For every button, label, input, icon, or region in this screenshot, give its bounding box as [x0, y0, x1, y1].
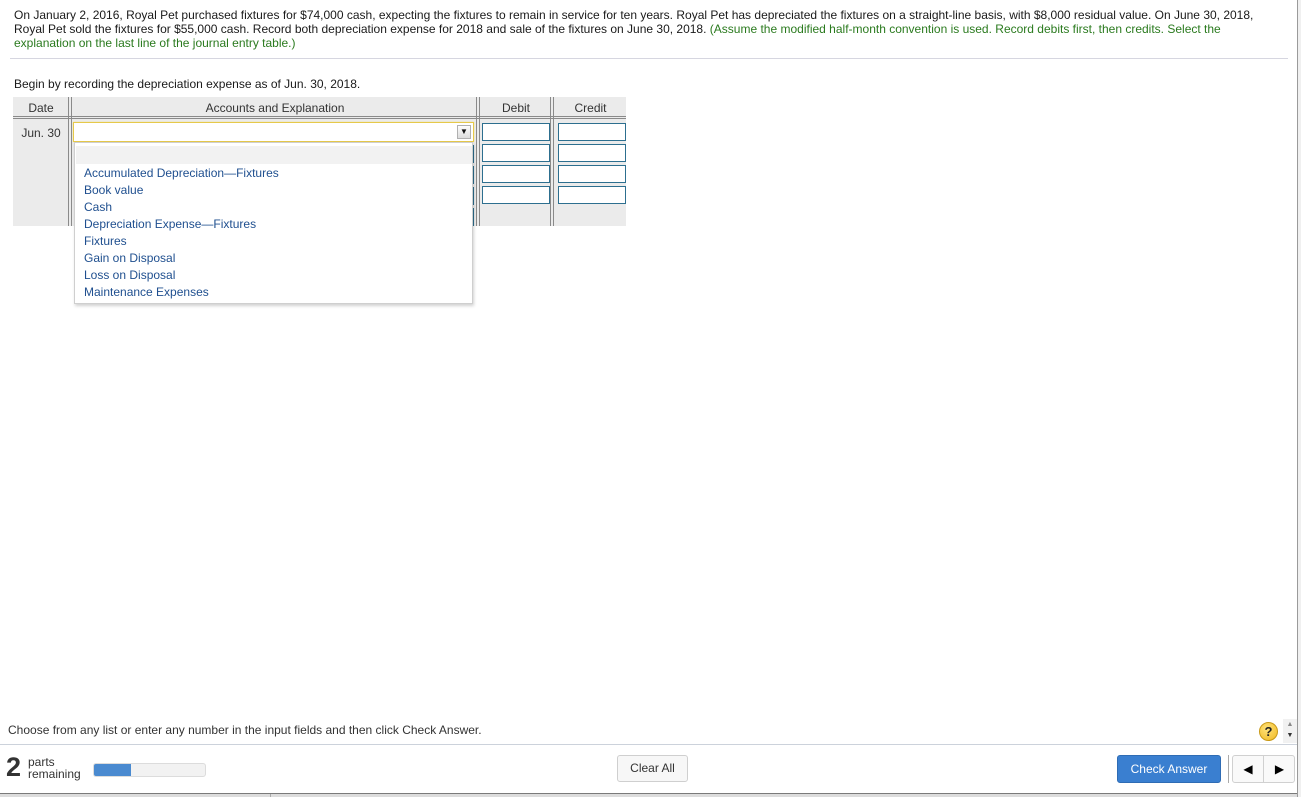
help-icon[interactable]: ?	[1259, 722, 1278, 741]
account-select-row-1[interactable]: ▼	[73, 122, 474, 142]
credit-input-row-4[interactable]	[558, 186, 626, 204]
bottom-scrollbar[interactable]	[0, 793, 1297, 797]
parts-remaining-count: 2	[6, 752, 22, 782]
question-text: On January 2, 2016, Royal Pet purchased …	[14, 8, 1284, 50]
credit-input-row-2[interactable]	[558, 144, 626, 162]
dropdown-arrow-icon[interactable]: ▼	[457, 125, 471, 139]
parts-remaining-label: parts remaining	[28, 756, 81, 780]
instruction-hint: Choose from any list or enter any number…	[8, 723, 482, 737]
column-divider	[68, 97, 72, 226]
scroll-up-icon[interactable]: ▲	[1283, 719, 1297, 730]
table-header: Date Accounts and Explanation Debit Cred…	[13, 97, 626, 119]
header-accounts: Accounts and Explanation	[205, 101, 345, 115]
debit-input-row-1[interactable]	[482, 123, 550, 141]
question-nav: ◀ ▶	[1232, 755, 1295, 783]
dropdown-option[interactable]: Cash	[84, 199, 279, 216]
dropdown-option[interactable]: Depreciation Expense—Fixtures	[84, 216, 279, 233]
dropdown-option[interactable]: Maintenance Expenses	[84, 284, 279, 301]
credit-input-row-3[interactable]	[558, 165, 626, 183]
column-divider	[476, 97, 480, 226]
clear-all-button[interactable]: Clear All	[617, 755, 688, 782]
footer-divider	[0, 744, 1297, 745]
dropdown-blank-option[interactable]	[76, 146, 472, 164]
header-debit: Debit	[501, 101, 530, 115]
credit-input-row-1[interactable]	[558, 123, 626, 141]
scroll-control[interactable]: ▲ ▼	[1283, 719, 1297, 743]
column-divider	[550, 97, 554, 226]
progress-bar	[93, 763, 206, 777]
dropdown-option[interactable]: Book value	[84, 182, 279, 199]
header-date: Date	[28, 101, 54, 115]
debit-input-row-4[interactable]	[482, 186, 550, 204]
dropdown-option[interactable]: Fixtures	[84, 233, 279, 250]
check-answer-button[interactable]: Check Answer	[1117, 755, 1221, 783]
header-credit: Credit	[574, 101, 607, 115]
remaining-label: remaining	[28, 767, 81, 781]
part-prompt: Begin by recording the depreciation expe…	[14, 77, 361, 91]
progress-fill	[94, 764, 131, 776]
dropdown-option[interactable]: Accumulated Depreciation—Fixtures	[84, 165, 279, 182]
debit-input-row-3[interactable]	[482, 165, 550, 183]
question-divider	[10, 58, 1288, 59]
debit-input-row-2[interactable]	[482, 144, 550, 162]
dropdown-option[interactable]: Loss on Disposal	[84, 267, 279, 284]
scroll-down-icon[interactable]: ▼	[1283, 730, 1297, 741]
dropdown-options: Accumulated Depreciation—Fixtures Book v…	[84, 165, 279, 301]
entry-date: Jun. 30	[21, 126, 61, 140]
account-dropdown-menu: Accumulated Depreciation—Fixtures Book v…	[74, 142, 473, 304]
nav-separator	[1228, 755, 1229, 783]
previous-arrow-icon[interactable]: ◀	[1233, 756, 1264, 782]
next-arrow-icon[interactable]: ▶	[1264, 756, 1295, 782]
dropdown-option[interactable]: Gain on Disposal	[84, 250, 279, 267]
